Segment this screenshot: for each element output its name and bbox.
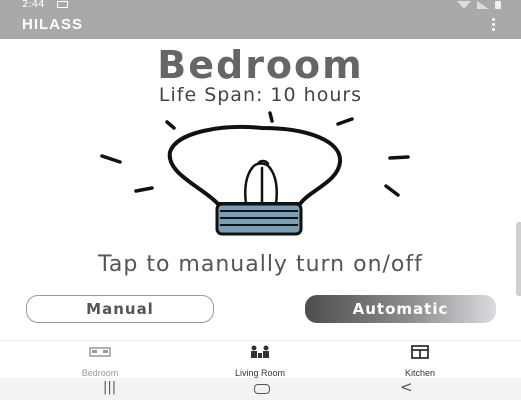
manual-button[interactable]: Manual	[26, 295, 214, 323]
light-bulb-icon[interactable]	[96, 108, 416, 243]
battery-icon	[495, 1, 501, 9]
app-bar: HILASS	[0, 11, 521, 39]
nav-label-bedroom: Bedroom	[81, 368, 119, 378]
overflow-menu-icon[interactable]	[492, 18, 496, 31]
home-button[interactable]	[254, 384, 270, 394]
kitchen-icon	[360, 344, 480, 360]
edge-panel-handle[interactable]	[516, 222, 521, 296]
nav-label-kitchen: Kitchen	[404, 368, 436, 378]
nav-label-living-room: Living Room	[234, 368, 286, 378]
room-title: Bedroom	[157, 43, 364, 87]
status-bar: 2:44	[0, 0, 521, 11]
nav-item-bedroom[interactable]: Bedroom	[40, 344, 160, 378]
nav-item-kitchen[interactable]: Kitchen	[360, 344, 480, 378]
nav-item-living-room[interactable]: Living Room	[200, 344, 320, 378]
back-button[interactable]: <	[400, 378, 413, 396]
system-navigation-bar: ||| <	[0, 378, 521, 400]
status-time: 2:44	[22, 0, 45, 10]
bed-icon	[40, 344, 160, 360]
signal-icon	[477, 1, 489, 9]
recent-apps-button[interactable]: |||	[103, 380, 116, 395]
status-indicators	[457, 1, 501, 9]
automatic-button[interactable]: Automatic	[305, 295, 496, 323]
wifi-icon	[457, 1, 471, 9]
manual-toggle-hint: Tap to manually turn on/off	[98, 252, 423, 277]
people-icon	[200, 344, 320, 360]
image-notification-icon	[57, 1, 68, 8]
app-title: HILASS	[22, 16, 84, 33]
bottom-navigation: Bedroom Living Room Kitchen	[0, 340, 521, 379]
life-span-text: Life Span: 10 hours	[158, 84, 363, 106]
